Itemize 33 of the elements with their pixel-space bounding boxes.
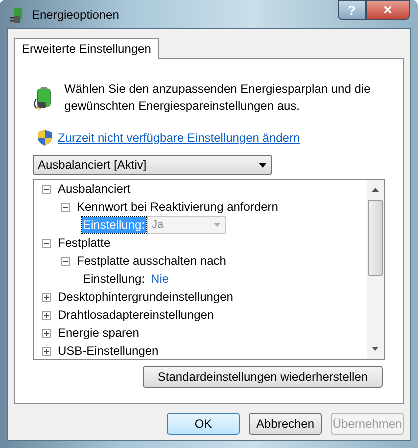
tree-item[interactable]: Ausbalanciert: [58, 181, 131, 197]
tree-item[interactable]: Festplatte: [58, 235, 111, 251]
dialog-button[interactable]: OK: [167, 413, 240, 435]
expand-icon[interactable]: [42, 292, 51, 302]
collapse-icon[interactable]: [42, 238, 51, 248]
plan-dropdown[interactable]: Ausbalanciert [Aktiv]: [33, 155, 272, 175]
tree-item[interactable]: Festplatte ausschalten nach: [77, 253, 226, 269]
restore-defaults-button[interactable]: Standardeinstellungen wiederherstellen: [143, 366, 383, 388]
window-title: Energieoptionen: [32, 7, 120, 24]
scroll-thumb[interactable]: [368, 200, 383, 276]
dropdown-arrow-icon: [259, 162, 267, 168]
setting-value-link[interactable]: Nie: [151, 271, 170, 287]
tree-item[interactable]: USB-Einstellungen: [58, 343, 159, 359]
scroll-up-icon[interactable]: [372, 188, 379, 192]
tree-item[interactable]: Kennwort bei Reaktivierung anfordern: [77, 199, 278, 215]
tree-item[interactable]: Energie sparen: [58, 325, 140, 341]
scrollbar[interactable]: [367, 180, 384, 359]
expand-icon[interactable]: [42, 346, 51, 356]
scroll-down-icon[interactable]: [372, 347, 379, 351]
setting-label[interactable]: Einstellung:: [82, 271, 146, 287]
collapse-icon[interactable]: [61, 202, 70, 212]
collapse-icon[interactable]: [42, 184, 51, 194]
admin-settings-link[interactable]: Zurzeit nicht verfügbare Einstellungen ändern: [58, 129, 300, 147]
intro-text: Wählen Sie den anzupassenden Energiesparplan und die gewünschten Energiespareinstellungen aus.: [64, 81, 372, 115]
expand-icon[interactable]: [42, 310, 51, 320]
tab[interactable]: Erweiterte Einstellungen: [14, 38, 160, 59]
shield-icon: [38, 130, 52, 146]
tree-item[interactable]: Drahtlosadaptereinstellungen: [58, 307, 214, 323]
dropdown-arrow-icon: [214, 223, 222, 227]
tree-item[interactable]: Desktophintergrundeinstellungen: [58, 289, 234, 305]
expand-icon[interactable]: [42, 328, 51, 338]
dialog-button[interactable]: Abbrechen: [249, 413, 322, 435]
collapse-icon[interactable]: [61, 256, 70, 266]
